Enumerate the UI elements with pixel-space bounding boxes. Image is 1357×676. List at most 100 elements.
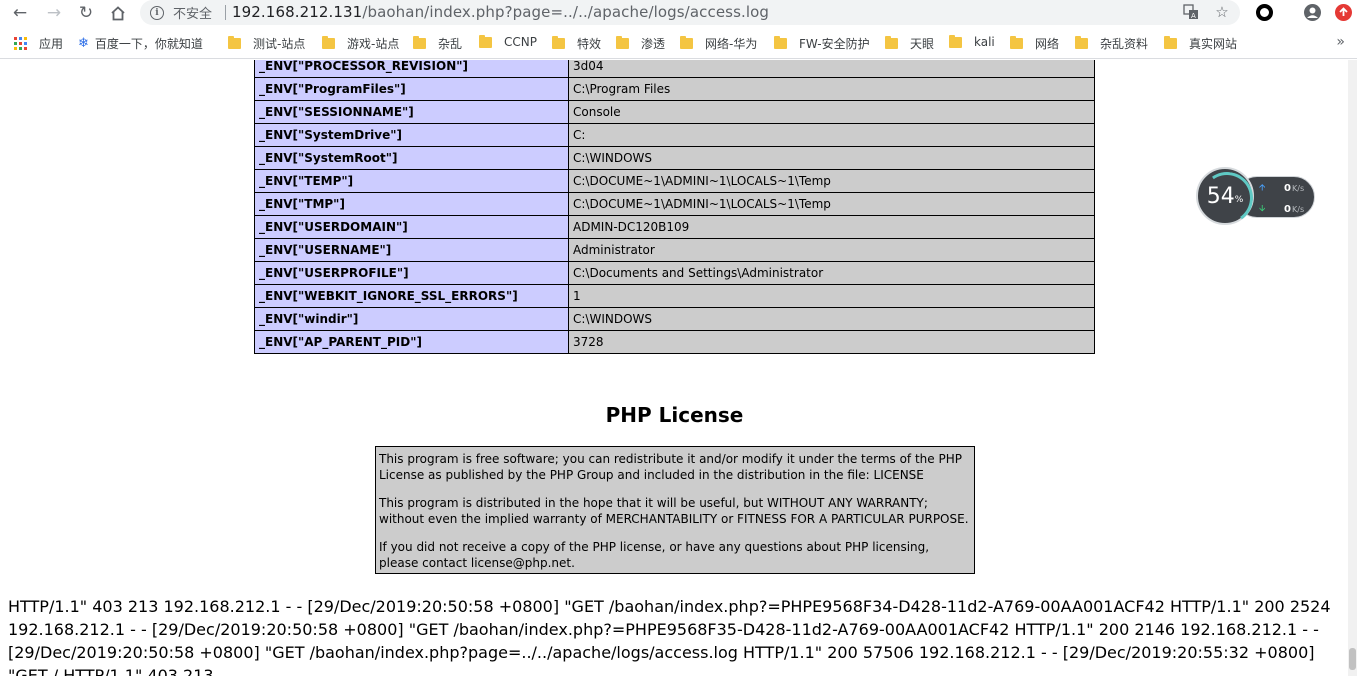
bookmark-folder[interactable]: FW-安全防护 [774,35,870,52]
env-name-cell: _ENV["SystemRoot"] [254,146,569,170]
bookmark-folder[interactable]: 特效 [552,35,601,52]
bookmark-label: 真实网站 [1189,37,1238,51]
bookmarks-overflow-button[interactable]: » [1336,34,1345,50]
bookmarks-bar: 应用 ❄ 百度一下，你就知道 测试-站点 游戏-站点 杂乱 CCNP 特效 渗透… [0,30,1357,59]
env-name-cell: _ENV["TMP"] [254,192,569,216]
address-bar[interactable]: i 不安全 192.168.212.131/baohan/index.php?p… [140,0,1240,25]
table-row: _ENV["PROCESSOR_REVISION"] 3d04 [254,60,1095,78]
env-value-cell: ADMIN-DC120B109 [568,215,1095,239]
bookmark-label: CCNP [504,35,537,49]
bookmark-baidu[interactable]: ❄ 百度一下，你就知道 [78,35,203,52]
bookmark-label: FW-安全防护 [799,37,870,51]
env-name-cell: _ENV["TEMP"] [254,169,569,193]
bookmark-folder[interactable]: CCNP [479,34,537,49]
folder-icon [949,34,962,48]
star-bookmark-icon[interactable]: ☆ [1213,3,1231,21]
env-value-cell: 3728 [568,330,1095,354]
upload-unit: K/s [1292,183,1305,193]
upload-value: 0 [1284,182,1291,194]
bookmark-folder[interactable]: 杂乱资料 [1075,35,1148,52]
translate-icon[interactable]: A [1182,3,1200,21]
env-name-cell: _ENV["SystemDrive"] [254,123,569,147]
table-row: _ENV["TMP"] C:\DOCUME~1\ADMINI~1\LOCALS~1… [254,192,1095,216]
download-unit: K/s [1292,204,1305,214]
env-name-cell: _ENV["AP_PARENT_PID"] [254,330,569,354]
access-log-text: HTTP/1.1" 403 213 192.168.212.1 - - [29/… [8,597,1331,676]
env-value-cell: C: [568,123,1095,147]
bookmark-label: 特效 [577,37,602,51]
upload-rate: 🡩 0 K/s [1259,180,1304,196]
back-icon[interactable]: ← [8,2,32,24]
table-row: _ENV["AP_PARENT_PID"] 3728 [254,330,1095,354]
bookmark-apps[interactable]: 应用 [14,35,63,52]
url-text[interactable]: 192.168.212.131/baohan/index.php?page=..… [232,3,769,21]
bookmark-label: 网络-华为 [705,37,758,51]
table-row: _ENV["WEBKIT_IGNORE_SSL_ERRORS"] 1 [254,284,1095,308]
env-name-cell: _ENV["SESSIONNAME"] [254,100,569,124]
table-row: _ENV["ProgramFiles"] C:\Program Files [254,77,1095,101]
folder-icon [479,34,492,48]
extension-ring-icon[interactable] [1256,4,1273,21]
profile-avatar-icon[interactable] [1304,4,1321,21]
url-path: /baohan/index.php?page=../../apache/logs… [362,3,770,21]
bookmark-folder[interactable]: 天眼 [885,35,934,52]
bookmark-label: 天眼 [910,37,935,51]
folder-icon [552,36,565,49]
bookmark-label: 杂乱资料 [1100,37,1149,51]
bookmark-folder[interactable]: 杂乱 [413,35,462,52]
license-paragraph: This program is distributed in the hope … [379,496,969,526]
env-value-cell: C:\Documents and Settings\Administrator [568,261,1095,285]
page-scrollbar[interactable] [1348,60,1357,676]
table-row: _ENV["windir"] C:\WINDOWS [254,307,1095,331]
bookmark-folder[interactable]: 网络 [1010,35,1059,52]
folder-icon [1164,36,1177,49]
table-row: _ENV["USERNAME"] Administrator [254,238,1095,262]
bookmark-label: 网络 [1035,37,1060,51]
env-value-cell: Administrator [568,238,1095,262]
env-value-cell: 3d04 [568,60,1095,78]
security-indicator[interactable]: i 不安全 [150,3,212,22]
download-value: 0 [1284,203,1291,215]
folder-icon [680,36,693,49]
env-name-cell: _ENV["ProgramFiles"] [254,77,569,101]
env-value-cell: C:\DOCUME~1\ADMINI~1\LOCALS~1\Temp [568,169,1095,193]
info-icon: i [150,5,164,20]
folder-icon [774,36,787,49]
download-arrow-icon: 🡫 [1259,204,1266,214]
env-name-cell: _ENV["PROCESSOR_REVISION"] [254,60,569,78]
env-value-cell: C:\Program Files [568,77,1095,101]
env-value-cell: C:\WINDOWS [568,146,1095,170]
apps-grid-icon [14,37,27,50]
env-variables-table: _ENV["PROCESSOR_REVISION"] 3d04 _ENV["Prog… [254,60,1095,354]
bookmark-folder[interactable]: 真实网站 [1164,35,1237,52]
bookmark-folder[interactable]: 网络-华为 [680,35,757,52]
license-paragraph: This program is free software; you can r… [379,452,962,482]
folder-icon [1010,36,1023,49]
bookmark-folder[interactable]: 游戏-站点 [322,35,399,52]
table-row: _ENV["USERPROFILE"] C:\Documents and Sett… [254,261,1095,285]
license-title: PHP License [605,403,744,427]
memory-usage-circle: 54% [1196,167,1258,229]
folder-icon [413,36,426,49]
bookmark-label: 游戏-站点 [347,37,400,51]
table-row: _ENV["SystemDrive"] C: [254,123,1095,147]
env-value-cell: Console [568,100,1095,124]
bookmark-label: 渗透 [641,37,666,51]
env-value-cell: C:\DOCUME~1\ADMINI~1\LOCALS~1\Temp [568,192,1095,216]
bookmark-folder[interactable]: kali [949,34,995,49]
home-icon[interactable] [106,2,130,24]
env-name-cell: _ENV["windir"] [254,307,569,331]
bookmark-label: 应用 [39,37,64,51]
bookmark-folder[interactable]: 渗透 [616,35,665,52]
env-name-cell: _ENV["WEBKIT_IGNORE_SSL_ERRORS"] [254,284,569,308]
env-value-cell: 1 [568,284,1095,308]
bookmark-folder[interactable]: 测试-站点 [228,35,305,52]
forward-icon[interactable]: → [42,2,66,24]
reload-icon[interactable]: ↻ [74,2,98,24]
scrollbar-thumb[interactable] [1349,648,1356,670]
update-menu-icon[interactable] [1335,4,1352,21]
network-speed-widget[interactable]: 🡩 0 K/s 🡫 0 K/s 54% [1196,167,1316,229]
env-name-cell: _ENV["USERNAME"] [254,238,569,262]
env-value-cell: C:\WINDOWS [568,307,1095,331]
download-rate: 🡫 0 K/s [1259,201,1304,217]
